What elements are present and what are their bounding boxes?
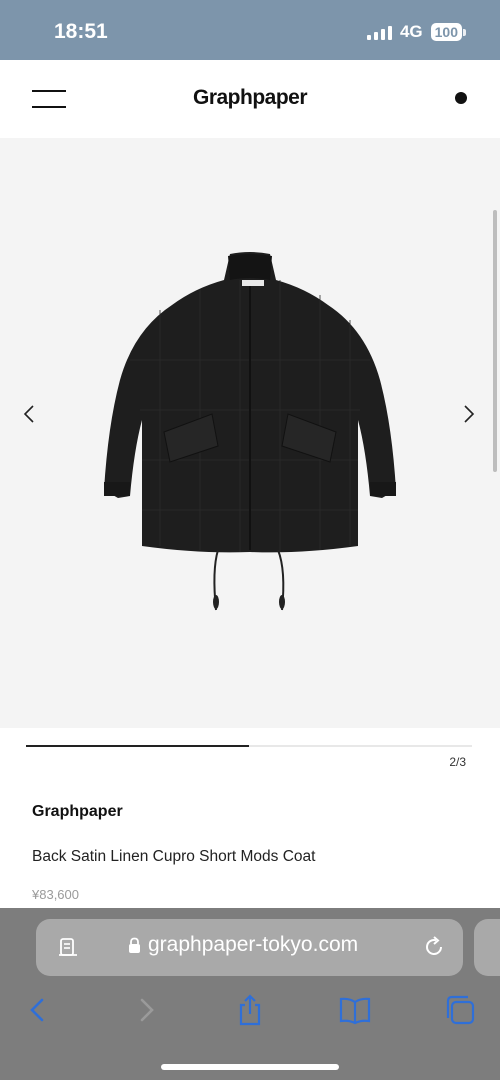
reload-icon[interactable] <box>421 934 447 960</box>
forward-icon[interactable] <box>128 992 164 1028</box>
cart-dot-icon[interactable] <box>455 92 467 104</box>
browser-bar: graphpaper-tokyo.com <box>0 908 500 1080</box>
next-tab-address-bar[interactable] <box>474 919 500 976</box>
status-time: 18:51 <box>54 20 108 43</box>
product-title: Back Satin Linen Cupro Short Mods Coat <box>32 848 316 865</box>
address-bar[interactable]: graphpaper-tokyo.com <box>36 919 463 976</box>
network-type: 4G <box>399 22 423 41</box>
product-gallery[interactable] <box>0 138 500 728</box>
product-brand[interactable]: Graphpaper <box>32 803 123 821</box>
product-image <box>104 252 396 611</box>
tabs-icon[interactable] <box>442 992 478 1028</box>
url-text[interactable]: graphpaper-tokyo.com <box>148 933 358 957</box>
gallery-progress-fill <box>26 745 249 747</box>
signal-icon <box>366 24 392 40</box>
product-price: ¥83,600 <box>32 887 79 902</box>
page-scroll-indicator <box>493 210 497 472</box>
reader-mode-icon[interactable] <box>56 935 80 959</box>
chevron-left-icon[interactable] <box>18 402 42 426</box>
battery-icon: 100 <box>430 23 466 41</box>
home-indicator <box>161 1064 339 1070</box>
bookmarks-icon[interactable] <box>337 992 373 1028</box>
gallery-counter: 2/3 <box>449 755 466 769</box>
url-display[interactable]: graphpaper-tokyo.com <box>128 933 358 957</box>
back-icon[interactable] <box>20 992 56 1028</box>
gallery-progress <box>26 745 472 747</box>
chevron-right-icon[interactable] <box>456 402 480 426</box>
site-header: Graphpaper <box>0 60 500 138</box>
site-logo[interactable]: Graphpaper <box>0 86 500 110</box>
battery-level: 100 <box>430 23 462 41</box>
battery-tip <box>463 28 466 36</box>
share-icon[interactable] <box>232 992 268 1028</box>
lock-icon <box>129 937 140 953</box>
status-indicators: 4G 100 <box>366 22 466 42</box>
status-bar: 18:51 4G 100 <box>0 0 500 60</box>
